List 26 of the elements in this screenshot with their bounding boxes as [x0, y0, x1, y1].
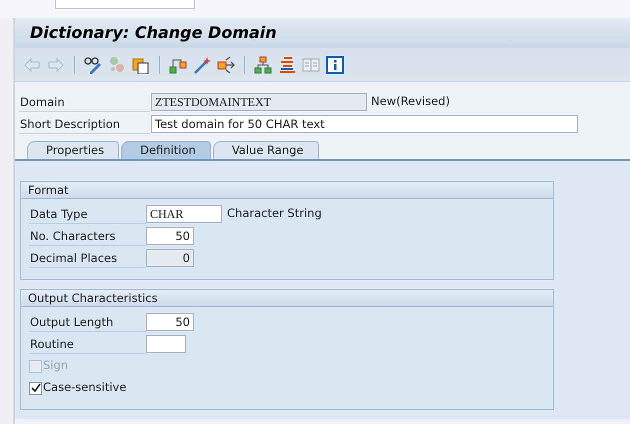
checkbox[interactable]	[29, 382, 42, 394]
field-label: Short Description	[19, 114, 150, 134]
hierarchy-icon[interactable]	[254, 56, 272, 74]
tab[interactable]: Properties	[27, 141, 120, 159]
window-title: Dictionary: Change Domain	[30, 22, 277, 44]
input-field[interactable]	[146, 335, 186, 353]
input-field[interactable]: 50	[146, 313, 194, 331]
field-label: Domain	[19, 92, 150, 112]
input-field[interactable]: Test domain for 50 CHAR text	[151, 115, 578, 133]
field-description: Character String	[227, 205, 322, 222]
checkbox-label: Case-sensitive	[43, 379, 126, 396]
input-field[interactable]: CHAR	[146, 205, 222, 223]
stacked-lines-icon[interactable]	[278, 56, 296, 74]
square-arrows-icon[interactable]	[217, 56, 235, 74]
input-field[interactable]: 50	[146, 227, 194, 245]
status-text: New(Revised)	[371, 93, 450, 110]
input-field[interactable]	[55, 0, 195, 9]
magic-wand-icon[interactable]	[193, 56, 211, 74]
tab[interactable]: Value Range	[212, 141, 318, 159]
group-title: Output Characteristics	[21, 290, 553, 307]
checkbox-label: Sign	[43, 357, 68, 374]
copy-icon[interactable]	[132, 56, 150, 74]
glasses-pencil-icon[interactable]	[84, 56, 102, 74]
group-title: Format	[21, 182, 553, 199]
tab[interactable]: Definition	[121, 141, 211, 159]
info-icon[interactable]	[326, 56, 344, 74]
